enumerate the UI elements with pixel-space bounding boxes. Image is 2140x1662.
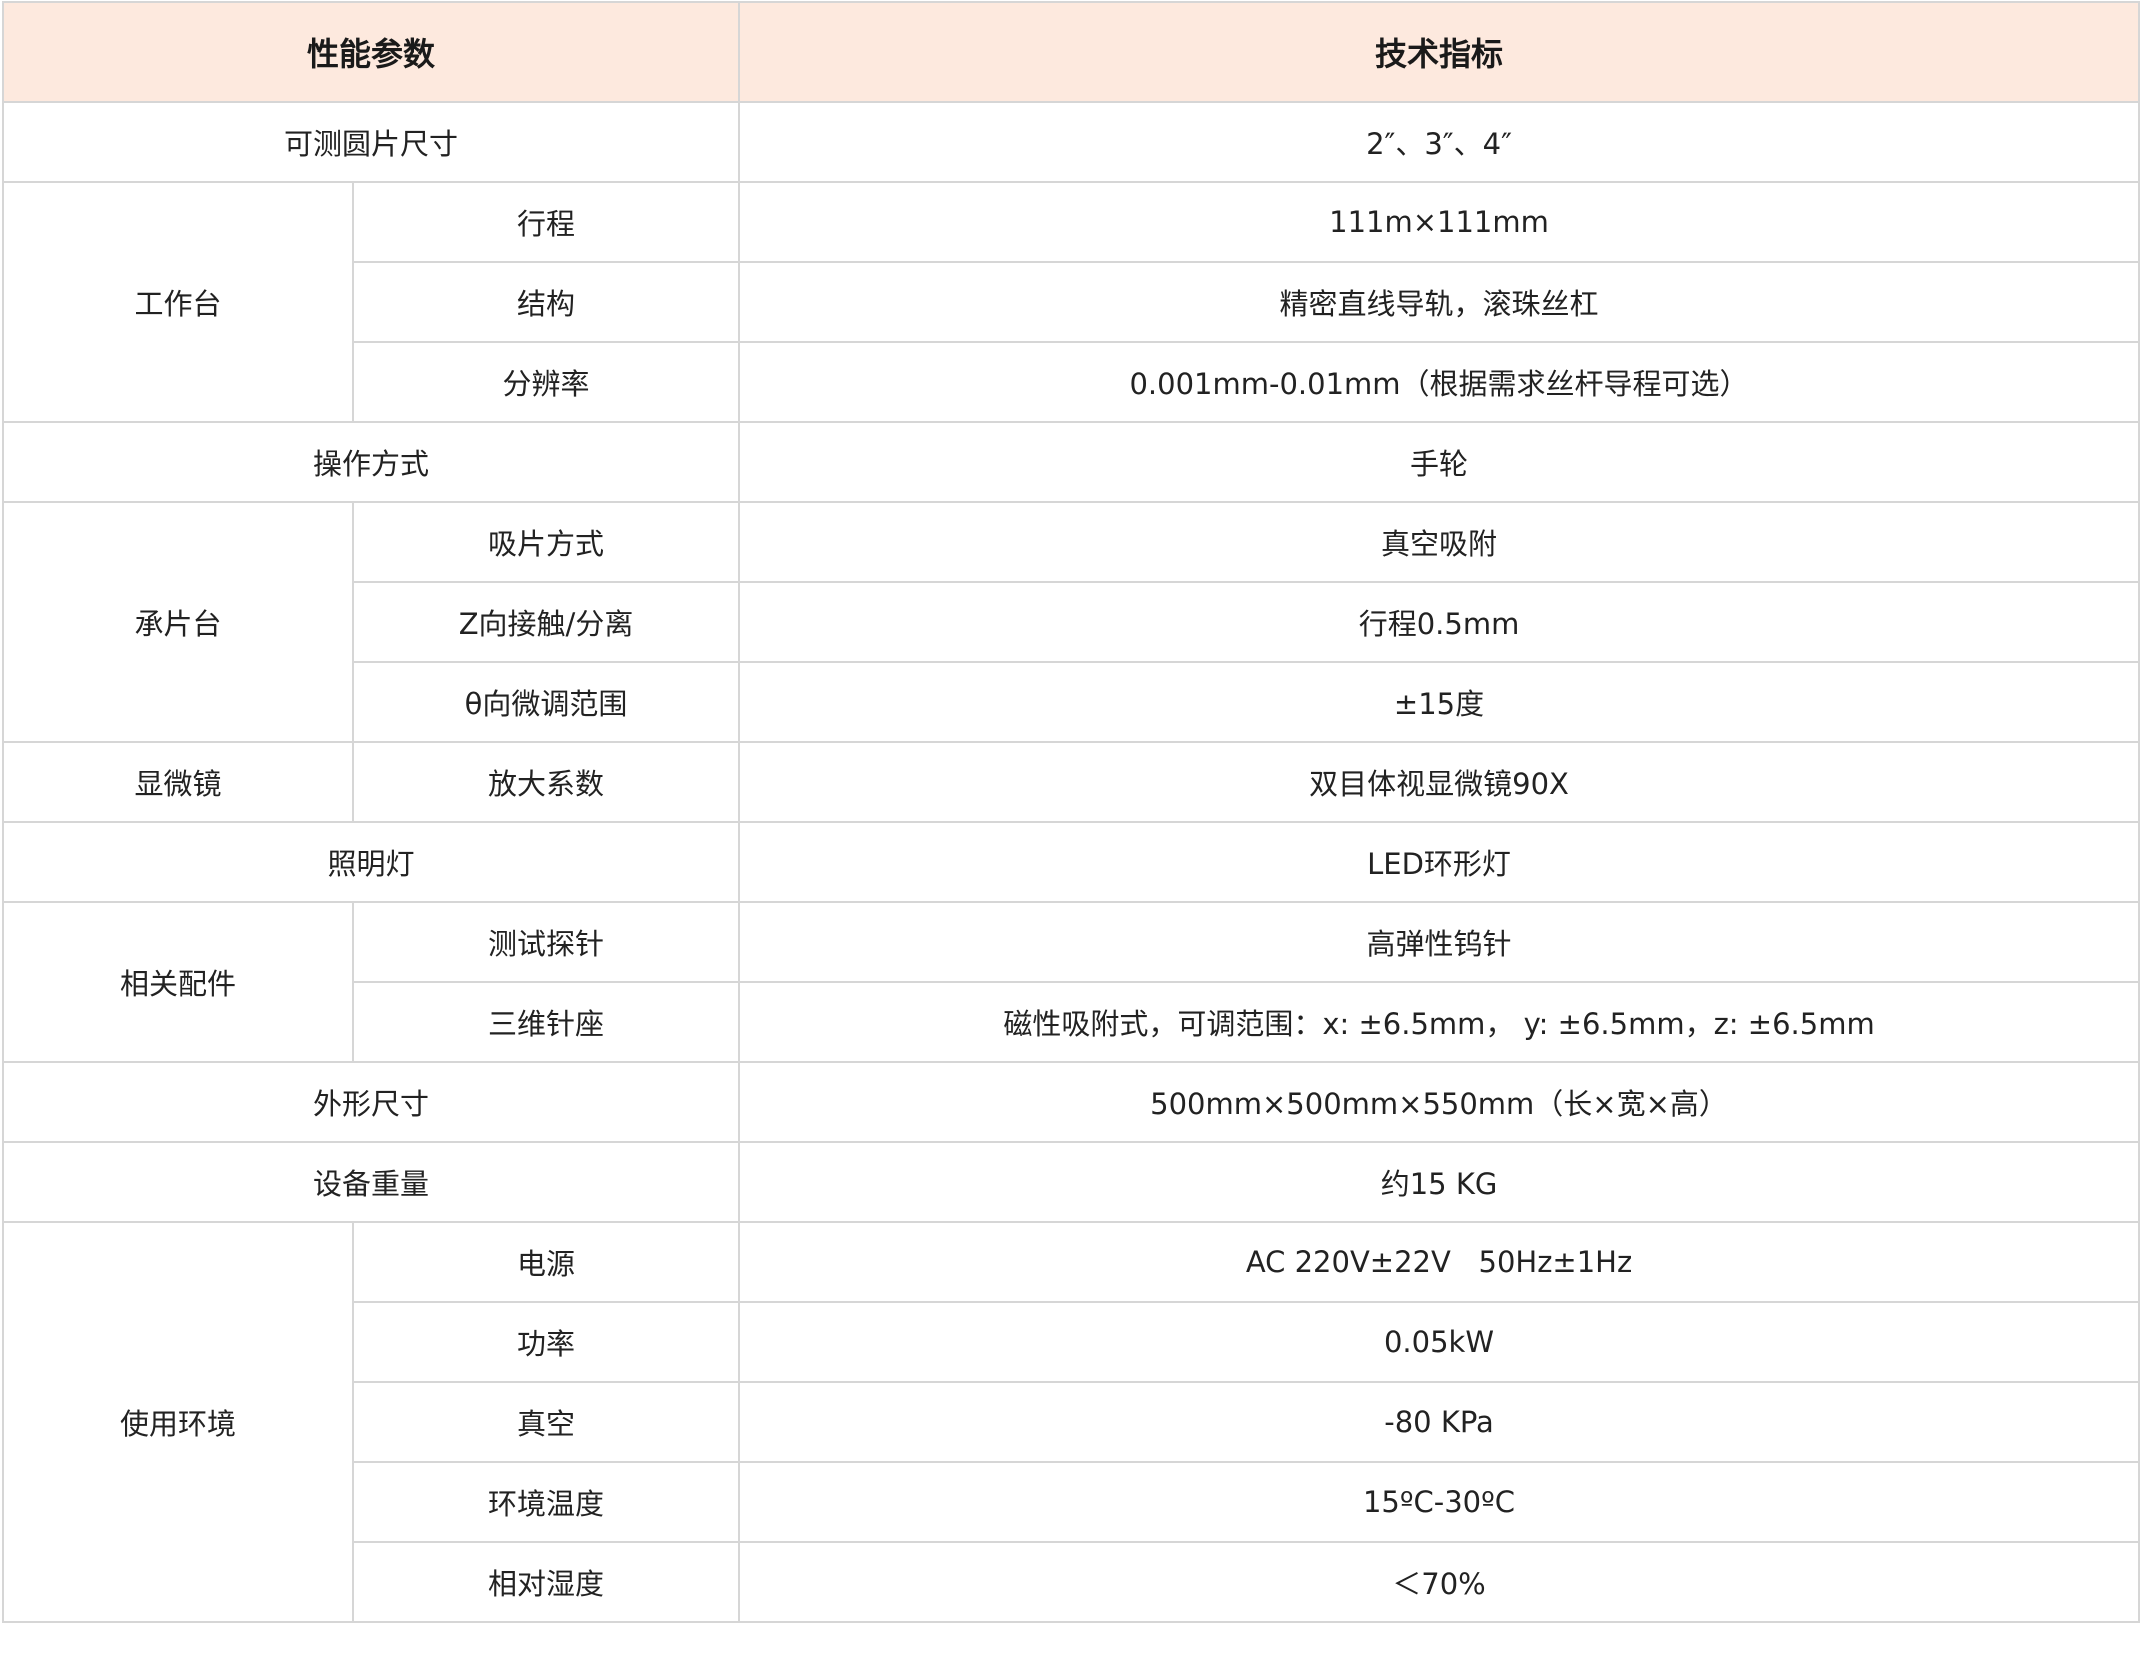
spec-value-cell: AC 220V±22V 50Hz±1Hz <box>738 1221 2140 1303</box>
param-group-cell: 可测圆片尺寸 <box>1 101 741 183</box>
table-row: 照明灯 LED环形灯 <box>1 821 2140 903</box>
spec-value-cell: 精密直线导轨，滚珠丝杠 <box>738 261 2140 343</box>
header-performance-params: 性能参数 <box>1 1 741 103</box>
spec-value-cell: ＜70% <box>738 1541 2140 1623</box>
param-group-cell: 相关配件 <box>2 901 354 1063</box>
param-sub-cell: 三维针座 <box>351 981 741 1063</box>
param-group-cell: 设备重量 <box>1 1141 741 1223</box>
spec-value-cell: 真空吸附 <box>738 501 2140 583</box>
param-sub-cell: 吸片方式 <box>351 501 741 583</box>
param-sub-cell: 真空 <box>351 1381 741 1463</box>
param-group-cell: 使用环境 <box>2 1221 354 1623</box>
param-sub-cell: 测试探针 <box>351 901 741 983</box>
table-row: 工作台 行程 111m×111mm <box>2 181 2140 423</box>
header-technical-specs: 技术指标 <box>738 1 2140 103</box>
param-group-cell: 外形尺寸 <box>1 1061 741 1143</box>
spec-value-cell: 0.05kW <box>738 1301 2140 1383</box>
spec-value-cell: 双目体视显微镜90X <box>738 741 2140 823</box>
table-header-row: 性能参数 技术指标 <box>1 1 2140 103</box>
param-sub-cell: 放大系数 <box>351 741 741 823</box>
table-row: 显微镜 放大系数 双目体视显微镜90X <box>2 741 2140 823</box>
spec-value-cell: 高弹性钨针 <box>738 901 2140 983</box>
param-group-cell: 显微镜 <box>2 741 354 823</box>
spec-value-cell: 500mm×500mm×550mm（长×宽×高） <box>738 1061 2140 1143</box>
param-sub-cell: 电源 <box>351 1221 741 1303</box>
spec-value-cell: 磁性吸附式，可调范围：x: ±6.5mm， y: ±6.5mm，z: ±6.5m… <box>738 981 2140 1063</box>
spec-value-cell: 手轮 <box>738 421 2140 503</box>
param-sub-cell: Z向接触/分离 <box>351 581 741 663</box>
table-row: 相关配件 测试探针 高弹性钨针 <box>2 901 2140 1063</box>
spec-value-cell: 15ºC-30ºC <box>738 1461 2140 1543</box>
spec-value-cell: ±15度 <box>738 661 2140 743</box>
spec-value-cell: 2″、3″、4″ <box>738 101 2140 183</box>
spec-value-cell: 约15 KG <box>738 1141 2140 1223</box>
param-sub-cell: 分辨率 <box>351 341 741 423</box>
param-sub-cell: 行程 <box>351 181 741 263</box>
table-row: 可测圆片尺寸 2″、3″、4″ <box>1 101 2140 183</box>
table-row: 操作方式 手轮 <box>1 421 2140 503</box>
table-row: 使用环境 电源 AC 220V±22V 50Hz±1Hz <box>2 1221 2140 1623</box>
param-sub-cell: 环境温度 <box>351 1461 741 1543</box>
param-sub-cell: 结构 <box>351 261 741 343</box>
param-group-cell: 承片台 <box>2 501 354 743</box>
param-sub-cell: 相对湿度 <box>351 1541 741 1623</box>
table-row: 设备重量 约15 KG <box>1 1141 2140 1223</box>
spec-table: 性能参数 技术指标 可测圆片尺寸 2″、3″、4″ 工作台 行程 111m×11… <box>1 1 2140 1623</box>
param-sub-cell: 功率 <box>351 1301 741 1383</box>
table-row: 承片台 吸片方式 真空吸附 <box>2 501 2140 743</box>
spec-value-cell: -80 KPa <box>738 1381 2140 1463</box>
spec-value-cell: 0.001mm-0.01mm（根据需求丝杆导程可选） <box>738 341 2140 423</box>
param-group-cell: 照明灯 <box>1 821 741 903</box>
param-group-cell: 操作方式 <box>1 421 741 503</box>
param-group-cell: 工作台 <box>2 181 354 423</box>
spec-value-cell: 111m×111mm <box>738 181 2140 263</box>
spec-value-cell: 行程0.5mm <box>738 581 2140 663</box>
spec-value-cell: LED环形灯 <box>738 821 2140 903</box>
param-sub-cell: θ向微调范围 <box>351 661 741 743</box>
table-row: 外形尺寸 500mm×500mm×550mm（长×宽×高） <box>1 1061 2140 1143</box>
